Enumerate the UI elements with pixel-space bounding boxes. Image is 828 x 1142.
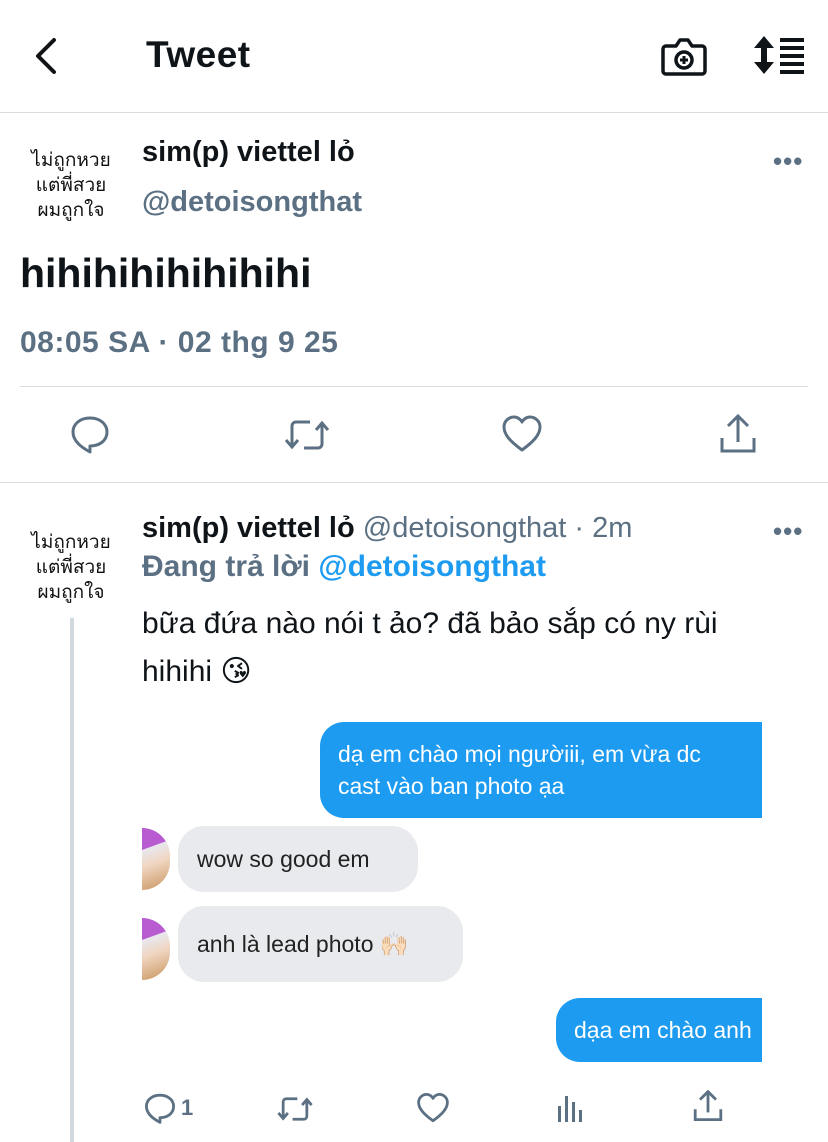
- avatar-text-line: ผมถูกใจ: [37, 581, 105, 603]
- more-options-button[interactable]: •••: [773, 146, 803, 177]
- reply-button[interactable]: [143, 1092, 177, 1129]
- analytics-icon: [558, 1096, 582, 1122]
- avatar-text-line: ไม่ถูกหวย: [31, 149, 111, 171]
- share-button[interactable]: [692, 1089, 724, 1127]
- replying-label: Đang trả lời: [142, 550, 311, 583]
- chat-message-incoming: anh là lead photo 🙌🏻: [178, 906, 463, 982]
- like-button[interactable]: [416, 1092, 450, 1129]
- page-title: Tweet: [146, 34, 251, 75]
- tweet-text: hihihihihihihihi: [20, 250, 312, 296]
- avatar[interactable]: ไม่ถูกหวย แต่พี่สวย ผมถูกใจ: [18, 148, 124, 223]
- reply-icon: [71, 416, 109, 454]
- avatar-text-line: ไม่ถูกหวย: [31, 531, 111, 553]
- analytics-button[interactable]: [556, 1092, 586, 1129]
- avatar: [142, 828, 170, 890]
- chat-message-incoming: wow so good em: [178, 826, 418, 892]
- reply-button[interactable]: [70, 414, 110, 459]
- retweet-button[interactable]: [284, 416, 330, 459]
- chevron-left-icon: [36, 38, 56, 74]
- share-icon: [720, 413, 756, 453]
- separator: ·: [574, 512, 585, 544]
- like-button[interactable]: [501, 414, 543, 459]
- reply-header: sim(p) viettel lỏ @detoisongthat · 2m: [142, 512, 632, 545]
- reply-count: 1: [181, 1095, 194, 1120]
- chat-message-outgoing: dạa em chào anh: [556, 998, 762, 1062]
- attached-image[interactable]: dạ em chào mọi ngườiii, em vừa dc cast v…: [142, 710, 762, 1070]
- divider: [0, 482, 828, 483]
- author-name[interactable]: sim(p) viettel lỏ: [142, 136, 355, 169]
- camera-icon: [661, 38, 707, 76]
- share-button[interactable]: [718, 413, 758, 459]
- more-options-button[interactable]: •••: [773, 516, 803, 547]
- thread-line: [70, 618, 74, 1142]
- reply-icon: [145, 1093, 175, 1124]
- author-handle[interactable]: @detoisongthat: [142, 186, 362, 219]
- back-button[interactable]: [28, 34, 68, 78]
- chat-message-outgoing: dạ em chào mọi ngườiii, em vừa dc cast v…: [320, 722, 762, 818]
- avatar-text-line: ผมถูกใจ: [37, 199, 105, 221]
- reply-text: bữa đứa nào nói t ảo? đã bảo sắp có ny r…: [142, 607, 718, 688]
- retweet-icon: [284, 420, 330, 450]
- avatar-text-line: แต่พี่สวย: [35, 174, 107, 196]
- camera-button[interactable]: [660, 34, 708, 78]
- sort-button[interactable]: [752, 34, 808, 76]
- retweet-button[interactable]: [276, 1094, 314, 1129]
- heart-icon: [502, 415, 542, 452]
- author-handle[interactable]: @detoisongthat: [363, 512, 567, 544]
- mention-link[interactable]: @detoisongthat: [318, 550, 546, 583]
- avatar[interactable]: ไม่ถูกหวย แต่พี่สวย ผมถูกใจ: [18, 530, 124, 605]
- replying-to: Đang trả lời @detoisongthat: [142, 550, 546, 584]
- divider: [20, 386, 808, 387]
- share-icon: [693, 1089, 723, 1121]
- avatar-text-line: แต่พี่สวย: [35, 556, 107, 578]
- top-bar: Tweet: [0, 0, 828, 113]
- reply-time[interactable]: 2m: [592, 512, 632, 544]
- author-name[interactable]: sim(p) viettel lỏ: [142, 512, 355, 544]
- tweet-timestamp[interactable]: 08:05 SA · 02 thg 9 25: [20, 326, 338, 360]
- avatar: [142, 918, 170, 980]
- heart-icon: [417, 1093, 449, 1123]
- retweet-icon: [277, 1097, 313, 1121]
- sort-icon: [754, 36, 804, 74]
